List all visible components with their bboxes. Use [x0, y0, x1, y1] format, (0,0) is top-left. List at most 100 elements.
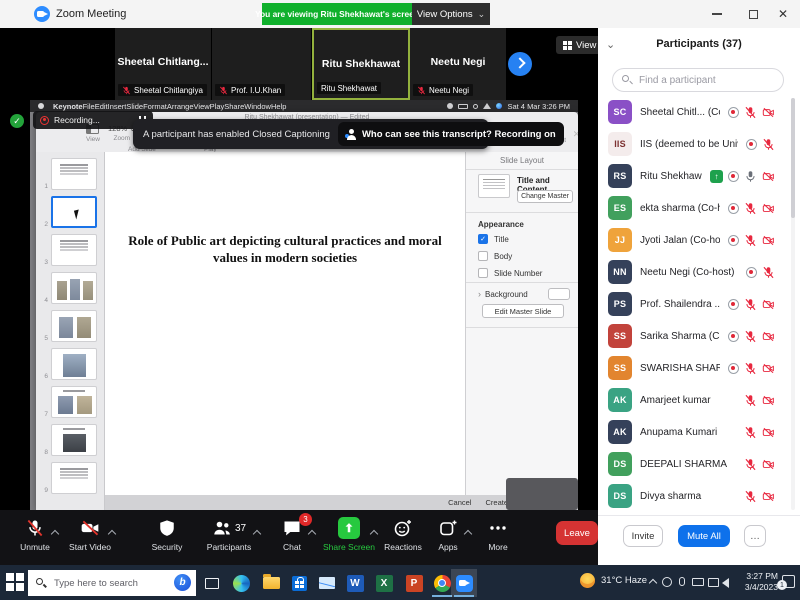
video-tile-sheetal[interactable]: Sheetal Chitlang... Sheetal Chitlangiya — [115, 28, 212, 100]
view-options-button[interactable]: View Options ⌄ — [412, 3, 490, 25]
close-button[interactable]: ✕ — [768, 0, 798, 28]
wifi-icon[interactable] — [483, 103, 491, 109]
find-participant-input[interactable] — [612, 68, 784, 92]
slide-thumbnail-item[interactable]: 2 — [40, 196, 104, 228]
minimize-button[interactable] — [702, 0, 732, 28]
change-master-button[interactable]: Change Master — [517, 190, 573, 203]
slide-thumbnail-item[interactable]: 7 — [40, 386, 104, 418]
menubar-item[interactable]: Share — [224, 102, 244, 111]
participants-button[interactable]: 37 Participants — [194, 517, 264, 559]
checkbox[interactable]: ✓ — [478, 268, 488, 278]
menubar-item[interactable]: Format — [143, 102, 167, 111]
menubar-item[interactable]: Edit — [95, 102, 108, 111]
appearance-checkbox-row[interactable]: ✓ Slide Number — [478, 268, 542, 278]
slide-thumbnail-item[interactable]: 4 — [40, 272, 104, 304]
participant-row[interactable]: DS DEEPALI SHARMA ↑ — [598, 448, 800, 480]
excel-icon[interactable] — [371, 569, 397, 597]
checkbox[interactable]: ✓ — [478, 234, 488, 244]
toast-close-icon[interactable]: ✕ — [564, 129, 578, 140]
background-color-well[interactable] — [548, 288, 570, 300]
background-row[interactable]: › Background — [478, 289, 528, 299]
video-tile-ritu-active-speaker[interactable]: Ritu Shekhawat Ritu Shekhawat — [312, 28, 410, 100]
participant-row[interactable]: SC Sheetal Chitl... (Co-host, me) ↑ — [598, 96, 800, 128]
bing-icon[interactable]: b — [174, 574, 191, 591]
participant-row[interactable]: AK Amarjeet kumar ↑ — [598, 384, 800, 416]
participant-row[interactable]: ES ekta sharma (Co-host) ↑ — [598, 192, 800, 224]
panel-more-button[interactable]: … — [744, 525, 766, 547]
edit-master-slide-button[interactable]: Edit Master Slide — [482, 304, 564, 318]
toast-message: A participant has enabled Closed Caption… — [133, 129, 338, 140]
participant-row[interactable]: SS SWARISHA SHAR... (Co-host) ↑ — [598, 352, 800, 384]
task-view-button[interactable] — [199, 569, 225, 597]
menubar-item[interactable]: View — [194, 102, 210, 111]
participant-row[interactable]: JJ Jyoti Jalan (Co-host) ↑ — [598, 224, 800, 256]
slide-title-text[interactable]: Role of Public art depicting cultural pr… — [120, 232, 450, 266]
video-tile-khan[interactable]: Prof. I.U.Khan — [212, 28, 312, 100]
participant-row[interactable]: PS Prof. Shailendra ... (Co-host) ↑ — [598, 288, 800, 320]
file-explorer-icon[interactable] — [258, 569, 284, 597]
create-button[interactable]: Create — [485, 498, 508, 507]
taskbar-clock[interactable]: 3:27 PM 3/4/2023 — [730, 571, 778, 593]
microsoft-store-icon[interactable] — [286, 569, 312, 597]
mute-all-button[interactable]: Mute All — [678, 525, 730, 547]
zoom-taskbar-icon[interactable] — [451, 569, 477, 597]
menubar-item[interactable]: Keynote — [53, 102, 83, 111]
video-tile-neetu[interactable]: Neetu Negi Neetu Negi — [410, 28, 507, 100]
participant-row[interactable]: IIS IIS (deemed to be Unive... (Host) ↑ — [598, 128, 800, 160]
participant-row[interactable]: AK Anupama Kumari ↑ — [598, 416, 800, 448]
checkbox[interactable]: ✓ — [478, 251, 488, 261]
cancel-button[interactable]: Cancel — [448, 498, 471, 507]
tray-volume-icon[interactable] — [722, 578, 729, 588]
slide-thumbnail-item[interactable]: 6 — [40, 348, 104, 380]
slide-canvas[interactable]: Role of Public art depicting cultural pr… — [105, 152, 465, 495]
siri-icon[interactable] — [496, 103, 502, 109]
weather-widget[interactable]: 31°C Haze — [580, 573, 647, 588]
powerpoint-icon[interactable] — [401, 569, 427, 597]
mail-icon[interactable] — [314, 569, 340, 597]
word-icon[interactable] — [342, 569, 368, 597]
menubar-item[interactable]: Window — [244, 102, 271, 111]
gallery-view-button[interactable]: View — [556, 36, 603, 54]
slide-thumbnail-item[interactable]: 9 — [40, 462, 104, 494]
chevron-up-icon[interactable] — [108, 530, 116, 538]
leave-button[interactable]: Leave — [556, 521, 598, 545]
security-button[interactable]: Security — [132, 517, 202, 559]
slide-thumbnail-item[interactable]: 1 — [40, 158, 104, 190]
moon-icon[interactable] — [447, 103, 453, 109]
appearance-heading: Appearance — [478, 220, 524, 229]
appearance-checkbox-row[interactable]: ✓ Title — [478, 234, 509, 244]
disclosure-icon[interactable]: › — [478, 289, 481, 299]
menubar-item[interactable]: Slide — [126, 102, 143, 111]
transcript-question-button[interactable]: Who can see this transcript? Recording o… — [338, 122, 564, 146]
more-button[interactable]: More — [463, 517, 533, 559]
tray-expand-icon[interactable] — [649, 579, 657, 587]
menubar-item[interactable]: File — [83, 102, 95, 111]
notification-center-icon[interactable]: 1 — [782, 575, 795, 588]
taskbar-search-input[interactable] — [28, 570, 196, 596]
invite-button[interactable]: Invite — [623, 525, 663, 547]
start-video-button[interactable]: Start Video — [55, 517, 125, 559]
tray-mic-icon[interactable] — [679, 577, 685, 586]
maximize-button[interactable] — [738, 0, 768, 28]
next-videos-arrow-button[interactable] — [508, 52, 532, 76]
participant-row[interactable]: DS Divya sharma ↑ — [598, 480, 800, 512]
participant-row[interactable]: NN Neetu Negi (Co-host) ↑ — [598, 256, 800, 288]
tray-recorder-icon[interactable] — [662, 577, 672, 587]
slide-thumbnail-item[interactable]: 3 — [40, 234, 104, 266]
participant-row[interactable]: SS Sarika Sharma (Co-host) ↑ — [598, 320, 800, 352]
scrollbar[interactable] — [791, 98, 795, 510]
search-icon[interactable] — [473, 104, 478, 109]
menubar-item[interactable]: Arrange — [167, 102, 194, 111]
tray-keyboard-icon[interactable] — [692, 578, 704, 586]
start-button[interactable] — [6, 573, 24, 591]
menubar-item[interactable]: Play — [210, 102, 225, 111]
edge-icon[interactable] — [228, 569, 254, 597]
menubar-item[interactable]: Help — [271, 102, 286, 111]
slide-thumbnail-item[interactable]: 5 — [40, 310, 104, 342]
tray-network-icon[interactable] — [708, 578, 719, 587]
apple-icon[interactable] — [38, 103, 44, 109]
appearance-checkbox-row[interactable]: ✓ Body — [478, 251, 512, 261]
menubar-item[interactable]: Insert — [108, 102, 127, 111]
participant-row[interactable]: RS Ritu Shekhaw... (Co-host) ↑ — [598, 160, 800, 192]
slide-thumbnail-item[interactable]: 8 — [40, 424, 104, 456]
